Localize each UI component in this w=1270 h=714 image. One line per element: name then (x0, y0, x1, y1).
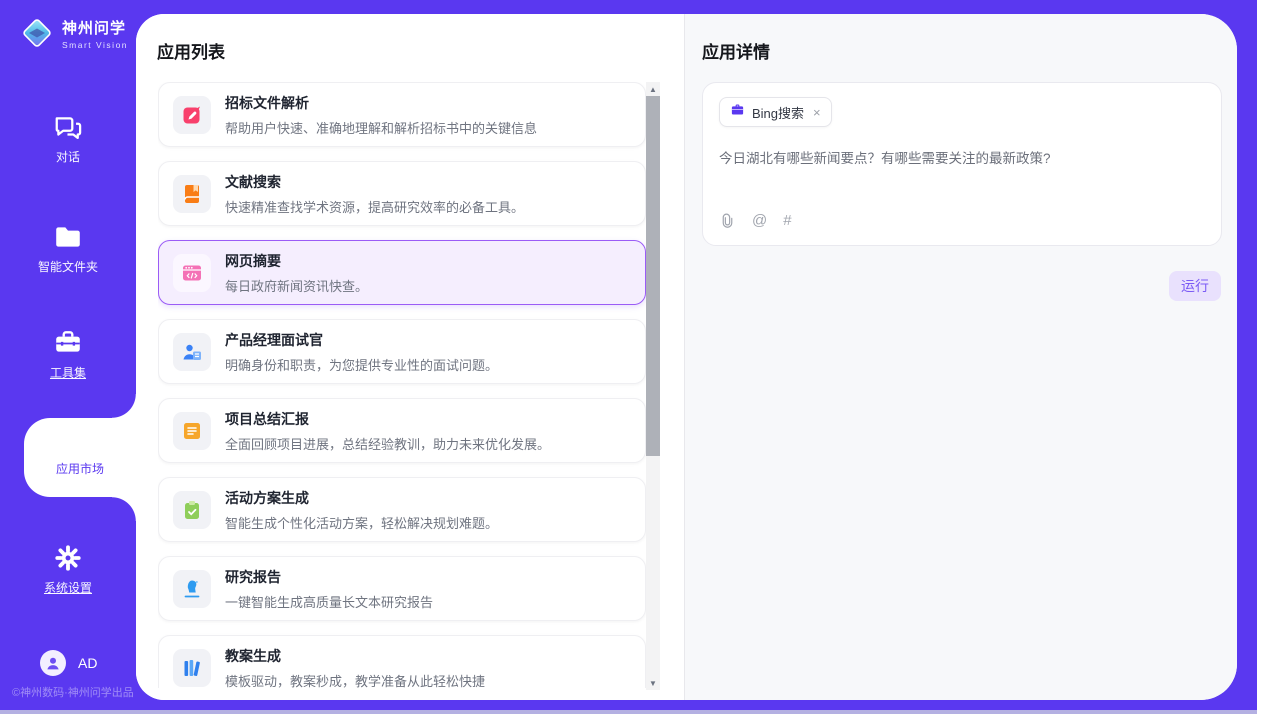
app-card-lesson-plan[interactable]: 教案生成 模板驱动，教案秒成，教学准备从此轻松快捷 (158, 635, 646, 688)
mention-icon[interactable]: @ (752, 212, 767, 229)
sidebar-item-label: 应用市场 (56, 460, 104, 477)
app-detail-title: 应用详情 (702, 38, 770, 63)
app-card-title: 项目总结汇报 (225, 409, 550, 429)
app-frame: 神州问学 Smart Vision 对话 智能文件夹 (0, 0, 1257, 710)
sidebar-item-toolset[interactable]: 工具集 (0, 328, 136, 381)
app-card-desc: 一键智能生成高质量长文本研究报告 (225, 592, 433, 611)
app-card-desc: 帮助用户快速、准确地理解和解析招标书中的关键信息 (225, 118, 537, 137)
paperclip-icon[interactable] (719, 212, 736, 229)
run-button[interactable]: 运行 (1169, 271, 1221, 301)
active-notch-top (112, 394, 136, 418)
memo-icon (173, 412, 211, 450)
report-icon (173, 570, 211, 608)
browser-icon (173, 254, 211, 292)
active-notch-bottom (112, 497, 136, 521)
pen-square-icon (173, 96, 211, 134)
brand-text: 神州问学 Smart Vision (62, 17, 128, 50)
app-card-project-summary[interactable]: 项目总结汇报 全面回顾项目进展，总结经验教训，助力未来优化发展。 (158, 398, 646, 463)
sidebar-item-label: 工具集 (50, 364, 86, 381)
bottom-strip (0, 710, 1257, 714)
app-card-desc: 快速精准查找学术资源，提高研究效率的必备工具。 (225, 197, 524, 216)
app-card-title: 文献搜索 (225, 172, 524, 192)
app-card-desc: 每日政府新闻资讯快查。 (225, 276, 368, 295)
interviewer-icon (173, 333, 211, 371)
book-icon (173, 175, 211, 213)
app-card-desc: 智能生成个性化活动方案，轻松解决规划难题。 (225, 513, 498, 532)
brand-logo: 神州问学 Smart Vision (20, 16, 128, 50)
prompt-card[interactable]: Bing搜索 × 今日湖北有哪些新闻要点？有哪些需要关注的最新政策? @ # (702, 82, 1222, 246)
sidebar-item-app-market-active[interactable]: 应用市场 (24, 418, 136, 497)
app-card-title: 教案生成 (225, 646, 485, 666)
sidebar-item-label: 智能文件夹 (38, 258, 98, 275)
prompt-toolbar: @ # (719, 212, 1205, 231)
prompt-text[interactable]: 今日湖北有哪些新闻要点？有哪些需要关注的最新政策? (719, 147, 1205, 167)
sidebar-item-smart-folder[interactable]: 智能文件夹 (0, 222, 136, 275)
app-card-desc: 明确身份和职责，为您提供专业性的面试问题。 (225, 355, 498, 374)
clipboard-check-icon (173, 491, 211, 529)
app-card-research-report[interactable]: 研究报告 一键智能生成高质量长文本研究报告 (158, 556, 646, 621)
chat-icon (53, 112, 83, 142)
app-card-desc: 全面回顾项目进展，总结经验教训，助力未来优化发展。 (225, 434, 550, 453)
app-detail-panel: 应用详情 Bing搜索 × 今日湖北有哪些新闻要点？有哪些需要关注的最新政策? (685, 14, 1237, 700)
hash-icon[interactable]: # (783, 212, 791, 229)
app-card-title: 招标文件解析 (225, 93, 537, 113)
app-list-panel: 应用列表 招标文件解析 帮助用户快速、准确地理解和解析招标书中的关键信息 (136, 14, 684, 700)
gear-icon (53, 543, 83, 573)
sidebar-item-settings[interactable]: 系统设置 (0, 543, 136, 596)
user-name: AD (78, 655, 97, 671)
briefcase-icon (730, 102, 745, 122)
app-card-pm-interviewer[interactable]: 产品经理面试官 明确身份和职责，为您提供专业性的面试问题。 (158, 319, 646, 384)
scrollbar[interactable]: ▲ ▼ (646, 82, 660, 690)
app-card-literature-search[interactable]: 文献搜索 快速精准查找学术资源，提高研究效率的必备工具。 (158, 161, 646, 226)
scrollbar-thumb[interactable] (646, 96, 660, 456)
folder-icon (53, 222, 83, 252)
brand-diamond-icon (20, 16, 54, 50)
user-account[interactable]: AD (40, 650, 97, 676)
tool-chip-label: Bing搜索 (752, 103, 804, 122)
brand-subtitle: Smart Vision (62, 40, 128, 50)
sidebar-item-label: 对话 (56, 148, 80, 165)
app-card-event-plan[interactable]: 活动方案生成 智能生成个性化活动方案，轻松解决规划难题。 (158, 477, 646, 542)
avatar (40, 650, 66, 676)
app-card-title: 网页摘要 (225, 251, 368, 271)
books-icon (173, 649, 211, 687)
brand-name: 神州问学 (62, 17, 128, 38)
app-card-bid-analysis[interactable]: 招标文件解析 帮助用户快速、准确地理解和解析招标书中的关键信息 (158, 82, 646, 147)
app-list: 招标文件解析 帮助用户快速、准确地理解和解析招标书中的关键信息 文献搜索 快速精… (158, 82, 646, 688)
copyright-text: ©神州数码·神州问学出品 (12, 684, 134, 700)
app-card-desc: 模板驱动，教案秒成，教学准备从此轻松快捷 (225, 671, 485, 689)
scroll-down-icon[interactable]: ▼ (646, 676, 660, 690)
content-area: 应用列表 招标文件解析 帮助用户快速、准确地理解和解析招标书中的关键信息 (136, 14, 1237, 700)
tool-chip-bing-search[interactable]: Bing搜索 × (719, 97, 832, 127)
sidebar-item-label: 系统设置 (44, 579, 92, 596)
app-card-title: 产品经理面试官 (225, 330, 498, 350)
toolbox-icon (53, 328, 83, 358)
app-card-title: 研究报告 (225, 567, 433, 587)
close-icon[interactable]: × (813, 105, 821, 120)
app-card-web-summary-selected[interactable]: 网页摘要 每日政府新闻资讯快查。 (158, 240, 646, 305)
app-card-title: 活动方案生成 (225, 488, 498, 508)
scroll-up-icon[interactable]: ▲ (646, 82, 660, 96)
sidebar-item-chat[interactable]: 对话 (0, 112, 136, 165)
app-list-title: 应用列表 (157, 38, 225, 63)
sidebar: 神州问学 Smart Vision 对话 智能文件夹 (0, 0, 136, 710)
app-window: 神州问学 Smart Vision 对话 智能文件夹 (0, 0, 1270, 714)
